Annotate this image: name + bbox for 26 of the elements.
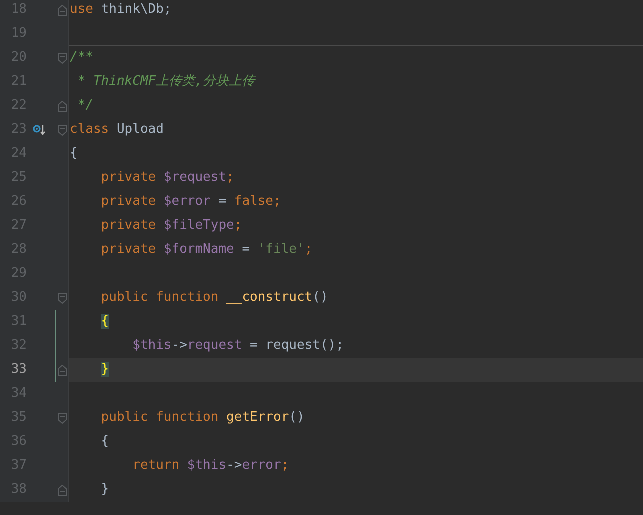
fold-icon[interactable]: [58, 124, 67, 136]
code-line: }: [100, 481, 110, 500]
line-number: 33: [10, 361, 27, 380]
code-line: use think\Db;: [70, 1, 172, 20]
code-line: return $this->error;: [132, 457, 290, 476]
code-line: /**: [70, 49, 94, 68]
fold-icon[interactable]: [58, 484, 67, 496]
code-line: */: [76, 97, 94, 116]
code-line: private $fileType;: [100, 217, 242, 236]
code-line: private $formName = 'file';: [100, 241, 313, 260]
fold-icon[interactable]: [58, 292, 67, 304]
code-line: public function __construct(): [100, 289, 328, 308]
code-line: class Upload: [70, 121, 164, 140]
fold-icon[interactable]: [58, 52, 67, 64]
fold-icon[interactable]: [58, 100, 67, 112]
code-line: private $request;: [100, 169, 234, 188]
fold-icon[interactable]: [58, 4, 67, 16]
code-line: public function getError(): [100, 409, 305, 428]
code-line: private $error = false;: [100, 193, 282, 212]
code-line: * ThinkCMF上传类,分块上传: [76, 73, 255, 92]
code-line: {: [100, 433, 110, 452]
fold-icon[interactable]: [58, 412, 67, 424]
fold-icon[interactable]: [58, 364, 67, 376]
code-line: $this->request = request();: [132, 337, 344, 356]
override-icon[interactable]: [33, 124, 47, 136]
code-line: {: [70, 145, 78, 164]
